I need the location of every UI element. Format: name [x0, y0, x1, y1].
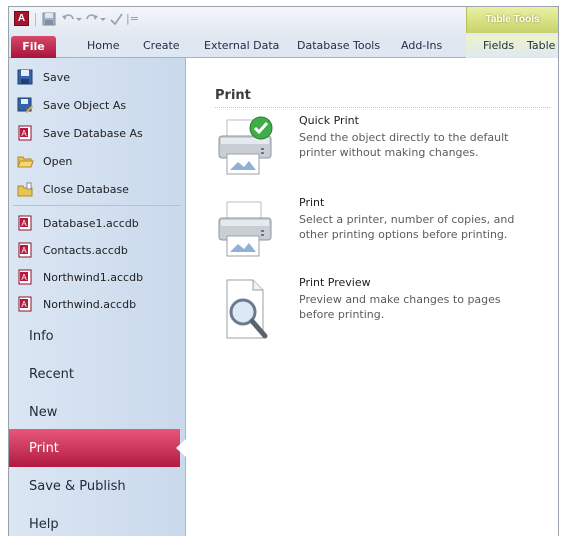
recent-file-label: Contacts.accdb — [43, 243, 128, 257]
recent-file-item[interactable]: A Northwind1.accdb — [16, 266, 181, 288]
ribbon-tabs: File Home Create External Data Database … — [9, 35, 558, 58]
access-window: A |= Table Tools File Home Create Extern… — [8, 6, 559, 536]
quick-print-description: Send the object directly to the default … — [299, 131, 509, 159]
svg-text:A: A — [21, 219, 27, 228]
tab-database-tools[interactable]: Database Tools — [297, 39, 380, 52]
print-option[interactable]: Print Select a printer, number of copies… — [213, 196, 553, 266]
chevron-down-icon[interactable] — [76, 12, 82, 26]
save-command[interactable]: Save — [16, 66, 181, 88]
quick-print-icon — [213, 114, 279, 180]
table-tools-group: Table Tools — [466, 7, 558, 33]
save-object-as-label: Save Object As — [43, 98, 127, 112]
save-icon[interactable] — [42, 12, 56, 26]
tab-fields[interactable]: Fields — [483, 39, 514, 52]
save-database-as-label: Save Database As — [43, 126, 143, 140]
title-divider — [215, 107, 550, 108]
table-tools-label: Table Tools — [485, 14, 540, 25]
tab-add-ins[interactable]: Add-Ins — [401, 39, 442, 52]
print-preview-option[interactable]: Print Preview Preview and make changes t… — [213, 276, 553, 346]
close-database-label: Close Database — [43, 182, 129, 196]
print-title: Print — [299, 196, 325, 209]
access-file-icon: A — [16, 269, 34, 285]
nav-recent[interactable]: Recent — [9, 355, 186, 393]
access-file-icon: A — [16, 296, 34, 312]
close-database-command[interactable]: Close Database — [16, 178, 181, 200]
tab-table[interactable]: Table — [527, 39, 555, 52]
spelling-icon[interactable] — [109, 12, 123, 26]
save-object-as-command[interactable]: Save Object As — [16, 94, 181, 116]
quick-print-option[interactable]: Quick Print Send the object directly to … — [213, 114, 553, 184]
recent-file-label: Database1.accdb — [43, 216, 139, 230]
save-label: Save — [43, 70, 71, 84]
recent-file-item[interactable]: A Contacts.accdb — [16, 239, 181, 261]
print-description: Select a printer, number of copies, and … — [299, 213, 515, 241]
access-app-icon[interactable]: A — [14, 11, 29, 26]
customize-toolbar-icon[interactable]: |= — [126, 12, 139, 26]
recent-file-item[interactable]: A Database1.accdb — [16, 212, 181, 234]
nav-info[interactable]: Info — [9, 317, 186, 355]
access-file-icon: A — [16, 242, 34, 258]
nav-print-label: Print — [29, 440, 59, 456]
quick-access-toolbar: A |= Table Tools — [9, 7, 558, 35]
tab-create[interactable]: Create — [143, 39, 180, 52]
svg-text:A: A — [21, 273, 27, 282]
toolbar-separator — [35, 13, 36, 26]
svg-text:A: A — [21, 300, 27, 309]
active-indicator — [176, 439, 186, 457]
access-file-icon: A — [16, 215, 34, 231]
redo-icon[interactable] — [85, 12, 99, 26]
undo-icon[interactable] — [61, 12, 75, 26]
nav-help[interactable]: Help — [9, 505, 186, 536]
print-preview-title: Print Preview — [299, 276, 371, 289]
nav-print[interactable]: Print — [9, 429, 186, 467]
chevron-down-icon[interactable] — [100, 12, 106, 26]
quick-print-title: Quick Print — [299, 114, 359, 127]
save-database-as-command[interactable]: A Save Database As — [16, 122, 181, 144]
svg-text:A: A — [21, 129, 27, 138]
svg-text:A: A — [21, 246, 27, 255]
tab-external-data[interactable]: External Data — [204, 39, 279, 52]
tab-home[interactable]: Home — [87, 39, 119, 52]
open-command[interactable]: Open — [16, 150, 181, 172]
print-preview-icon — [213, 276, 279, 342]
recent-file-item[interactable]: A Northwind.accdb — [16, 293, 181, 315]
open-label: Open — [43, 154, 73, 168]
nav-divider — [13, 205, 181, 206]
printer-icon — [213, 196, 279, 262]
save-database-as-icon: A — [16, 125, 34, 141]
nav-new[interactable]: New — [9, 393, 186, 431]
save-icon — [16, 69, 34, 85]
backstage-nav: Save Save Object As A Save Database As O… — [9, 58, 186, 536]
tab-file[interactable]: File — [11, 36, 56, 58]
page-title: Print — [215, 88, 251, 103]
close-database-icon — [16, 181, 34, 197]
save-object-as-icon — [16, 97, 34, 113]
recent-file-label: Northwind.accdb — [43, 297, 137, 311]
nav-save-and-publish[interactable]: Save & Publish — [9, 467, 186, 505]
print-pane: Print Quick Print Send the object direct… — [187, 58, 558, 536]
recent-file-label: Northwind1.accdb — [43, 270, 144, 284]
open-folder-icon — [16, 153, 34, 169]
print-preview-description: Preview and make changes to pages before… — [299, 293, 501, 321]
